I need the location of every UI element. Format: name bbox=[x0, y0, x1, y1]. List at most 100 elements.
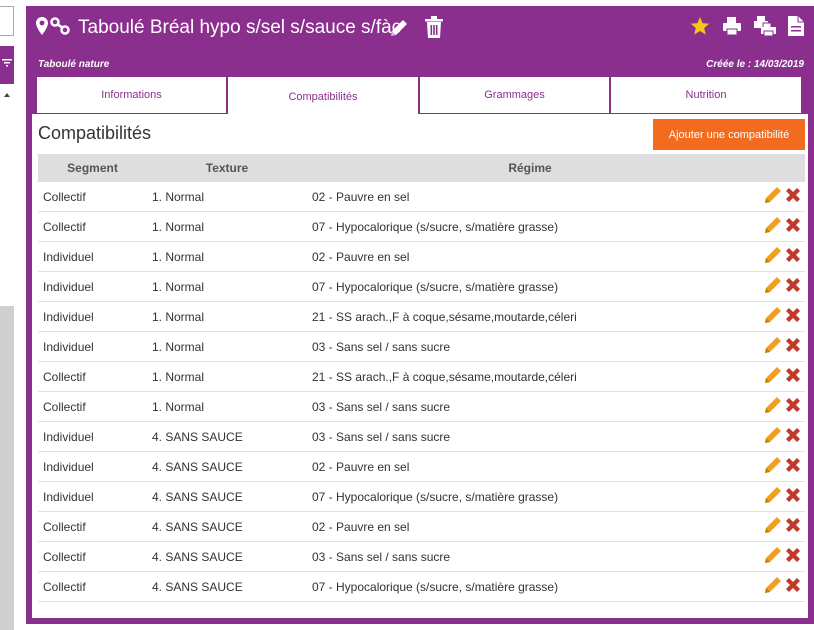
edit-icon[interactable] bbox=[763, 365, 783, 388]
delete-icon[interactable] bbox=[783, 515, 803, 538]
scrollbar-thumb[interactable] bbox=[0, 306, 14, 630]
edit-icon[interactable] bbox=[763, 485, 783, 508]
delete-icon[interactable] bbox=[783, 185, 803, 208]
add-compatibility-button[interactable]: Ajouter une compatibilité bbox=[653, 119, 805, 150]
cell-actions bbox=[753, 331, 805, 362]
document-icon[interactable] bbox=[788, 16, 804, 36]
recipe-title: Taboulé Bréal hypo s/sel s/sauce s/fàc bbox=[78, 17, 402, 38]
cell-regime: 03 - Sans sel / sans sucre bbox=[307, 421, 753, 452]
delete-icon[interactable] bbox=[783, 545, 803, 568]
table-row: Individuel 4. SANS SAUCE 07 - Hypocaloriqu… bbox=[38, 481, 805, 512]
delete-icon[interactable] bbox=[783, 305, 803, 328]
edit-icon[interactable] bbox=[763, 335, 783, 358]
column-header-segment: Segment bbox=[38, 154, 147, 182]
cell-regime: 07 - Hypocalorique (s/sucre, s/matière g… bbox=[307, 211, 753, 242]
edit-icon[interactable] bbox=[763, 185, 783, 208]
edit-icon[interactable] bbox=[763, 395, 783, 418]
column-header-texture: Texture bbox=[147, 154, 307, 182]
delete-icon[interactable] bbox=[783, 335, 803, 358]
cell-actions bbox=[753, 301, 805, 332]
tab-compatibilites[interactable]: Compatibilités bbox=[227, 76, 419, 116]
cell-actions bbox=[753, 481, 805, 512]
filter-button[interactable] bbox=[0, 46, 14, 84]
edit-icon[interactable] bbox=[763, 305, 783, 328]
cell-segment: Collectif bbox=[38, 541, 147, 572]
link-icon[interactable] bbox=[50, 17, 70, 35]
print-icon[interactable] bbox=[722, 16, 742, 36]
delete-icon[interactable] bbox=[783, 275, 803, 298]
trash-icon[interactable] bbox=[425, 16, 443, 38]
tab-label: Compatibilités bbox=[288, 90, 358, 103]
edit-icon[interactable] bbox=[763, 215, 783, 238]
delete-icon[interactable] bbox=[783, 485, 803, 508]
cell-texture: 4. SANS SAUCE bbox=[147, 541, 307, 572]
title-bar: Taboulé Bréal hypo s/sel s/sauce s/fàc bbox=[26, 6, 814, 54]
cell-segment: Collectif bbox=[38, 182, 147, 212]
edit-icon[interactable] bbox=[763, 515, 783, 538]
scroll-up-arrow[interactable] bbox=[0, 88, 14, 102]
edit-icon[interactable] bbox=[763, 275, 783, 298]
tab-grammages[interactable]: Grammages bbox=[419, 76, 610, 114]
tab-bar: Informations Compatibilités Grammages Nu… bbox=[36, 76, 802, 116]
edit-icon[interactable] bbox=[763, 545, 783, 568]
edit-icon[interactable] bbox=[763, 575, 783, 598]
print-multiple-icon[interactable] bbox=[754, 16, 776, 36]
cell-texture: 4. SANS SAUCE bbox=[147, 421, 307, 452]
cell-texture: 1. Normal bbox=[147, 182, 307, 212]
delete-icon[interactable] bbox=[783, 365, 803, 388]
cell-regime: 03 - Sans sel / sans sucre bbox=[307, 391, 753, 422]
table-row: Individuel 4. SANS SAUCE 03 - Sans sel / s… bbox=[38, 421, 805, 452]
cell-regime: 03 - Sans sel / sans sucre bbox=[307, 541, 753, 572]
tab-nutrition[interactable]: Nutrition bbox=[610, 76, 802, 114]
star-icon[interactable] bbox=[690, 16, 710, 36]
cell-actions bbox=[753, 271, 805, 302]
table-row: Individuel 1. Normal 02 - Pauvre en sel bbox=[38, 241, 805, 272]
left-search-input[interactable] bbox=[0, 6, 14, 36]
delete-icon[interactable] bbox=[783, 395, 803, 418]
filter-icon bbox=[2, 59, 12, 67]
cell-segment: Individuel bbox=[38, 481, 147, 512]
table-row: Individuel 1. Normal 03 - Sans sel / sans … bbox=[38, 331, 805, 362]
delete-icon[interactable] bbox=[783, 425, 803, 448]
cell-actions bbox=[753, 451, 805, 482]
delete-icon[interactable] bbox=[783, 575, 803, 598]
delete-icon[interactable] bbox=[783, 455, 803, 478]
tab-informations[interactable]: Informations bbox=[36, 76, 227, 114]
cell-regime: 07 - Hypocalorique (s/sucre, s/matière g… bbox=[307, 271, 753, 302]
table-row: Collectif 1. Normal 02 - Pauvre en sel bbox=[38, 182, 805, 212]
table-row: Collectif 1. Normal 21 - SS arach.,F à coq… bbox=[38, 361, 805, 392]
tab-label: Grammages bbox=[484, 89, 545, 101]
table-row: Collectif 1. Normal 03 - Sans sel / sans s… bbox=[38, 391, 805, 422]
cell-segment: Collectif bbox=[38, 361, 147, 392]
delete-icon[interactable] bbox=[783, 245, 803, 268]
cell-texture: 4. SANS SAUCE bbox=[147, 481, 307, 512]
cell-segment: Individuel bbox=[38, 421, 147, 452]
cell-texture: 1. Normal bbox=[147, 211, 307, 242]
cell-actions bbox=[753, 211, 805, 242]
edit-icon[interactable] bbox=[763, 455, 783, 478]
cell-segment: Collectif bbox=[38, 211, 147, 242]
cell-regime: 21 - SS arach.,F à coque,sésame,moutarde… bbox=[307, 361, 753, 392]
cell-actions bbox=[753, 571, 805, 602]
table-header-row: Segment Texture Régime bbox=[38, 154, 805, 182]
table-row: Individuel 4. SANS SAUCE 02 - Pauvre en se… bbox=[38, 451, 805, 482]
cell-regime: 02 - Pauvre en sel bbox=[307, 182, 753, 212]
table-row: Collectif 4. SANS SAUCE 02 - Pauvre en sel bbox=[38, 511, 805, 542]
cell-actions bbox=[753, 421, 805, 452]
cell-segment: Individuel bbox=[38, 301, 147, 332]
cell-segment: Individuel bbox=[38, 451, 147, 482]
pencil-icon[interactable] bbox=[389, 18, 409, 38]
tab-label: Nutrition bbox=[685, 89, 727, 101]
cell-texture: 1. Normal bbox=[147, 241, 307, 272]
map-marker-icon bbox=[36, 17, 48, 35]
cell-texture: 1. Normal bbox=[147, 391, 307, 422]
cell-regime: 07 - Hypocalorique (s/sucre, s/matière g… bbox=[307, 481, 753, 512]
cell-texture: 1. Normal bbox=[147, 331, 307, 362]
cell-segment: Individuel bbox=[38, 271, 147, 302]
delete-icon[interactable] bbox=[783, 215, 803, 238]
edit-icon[interactable] bbox=[763, 425, 783, 448]
table-row: Collectif 4. SANS SAUCE 03 - Sans sel / sa… bbox=[38, 541, 805, 572]
cell-regime: 07 - Hypocalorique (s/sucre, s/matière g… bbox=[307, 571, 753, 602]
created-date: Créée le : 14/03/2019 bbox=[706, 59, 804, 70]
edit-icon[interactable] bbox=[763, 245, 783, 268]
